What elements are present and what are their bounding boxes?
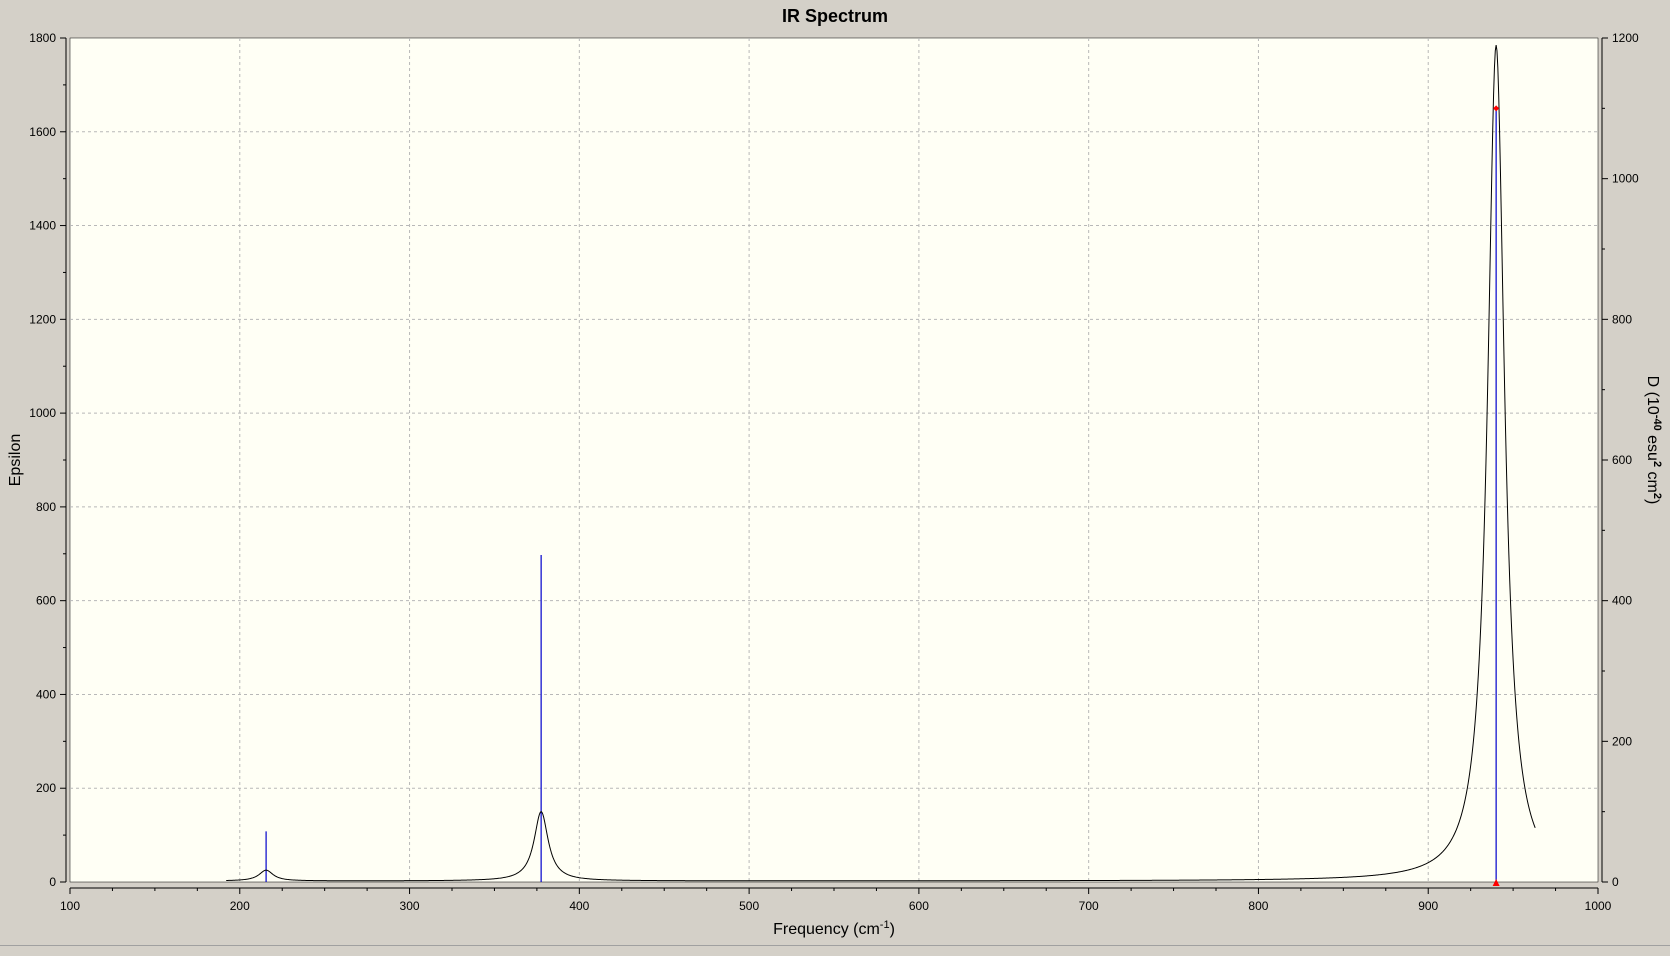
left-tick-label: 1000 [29,406,56,420]
left-tick-label: 200 [36,781,56,795]
ir-spectrum-chart[interactable]: 0 200 400 600 800 1000 1200 1400 1600 1800 0 200 40… [0,0,1670,945]
left-tick-label: 800 [36,500,56,514]
left-tick-label: 0 [49,875,56,889]
right-tick-label: 600 [1612,453,1632,467]
x-tick-label: 800 [1248,899,1268,913]
ir-spectrum-window: IR Spectrum 0 200 400 600 800 1000 1200 1400 160… [0,0,1670,956]
x-tick-label: 300 [400,899,420,913]
left-tick-label: 1600 [29,125,56,139]
x-tick-label: 1000 [1585,899,1612,913]
status-bar [0,945,1670,956]
left-tick-label: 600 [36,594,56,608]
left-tick-label: 1200 [29,312,56,326]
right-y-axis: 0 200 400 600 800 1000 1200 [1601,31,1639,889]
x-tick-label: 100 [60,899,80,913]
x-axis: 100 200 300 400 500 600 700 800 900 1000 [60,887,1612,913]
x-tick-label: 400 [569,899,589,913]
left-tick-label: 1800 [29,31,56,45]
left-tick-label: 1400 [29,219,56,233]
right-tick-label: 400 [1612,594,1632,608]
x-tick-label: 700 [1079,899,1099,913]
right-tick-label: 800 [1612,312,1632,326]
y-axis-label-right: D (10-40 esu2 cm2) [1644,376,1663,505]
x-tick-label: 200 [230,899,250,913]
left-y-axis: 0 200 400 600 800 1000 1200 1400 1600 1800 [29,31,67,889]
x-tick-label: 500 [739,899,759,913]
x-tick-label: 900 [1418,899,1438,913]
plot-area[interactable] [69,37,1599,883]
left-tick-label: 400 [36,687,56,701]
y-axis-label-left: Epsilon [7,434,24,486]
right-tick-label: 0 [1612,875,1619,889]
x-tick-label: 600 [909,899,929,913]
right-tick-label: 1200 [1612,31,1639,45]
right-tick-label: 200 [1612,734,1632,748]
right-tick-label: 1000 [1612,172,1639,186]
x-axis-label: Frequency (cm-1) [773,919,895,938]
